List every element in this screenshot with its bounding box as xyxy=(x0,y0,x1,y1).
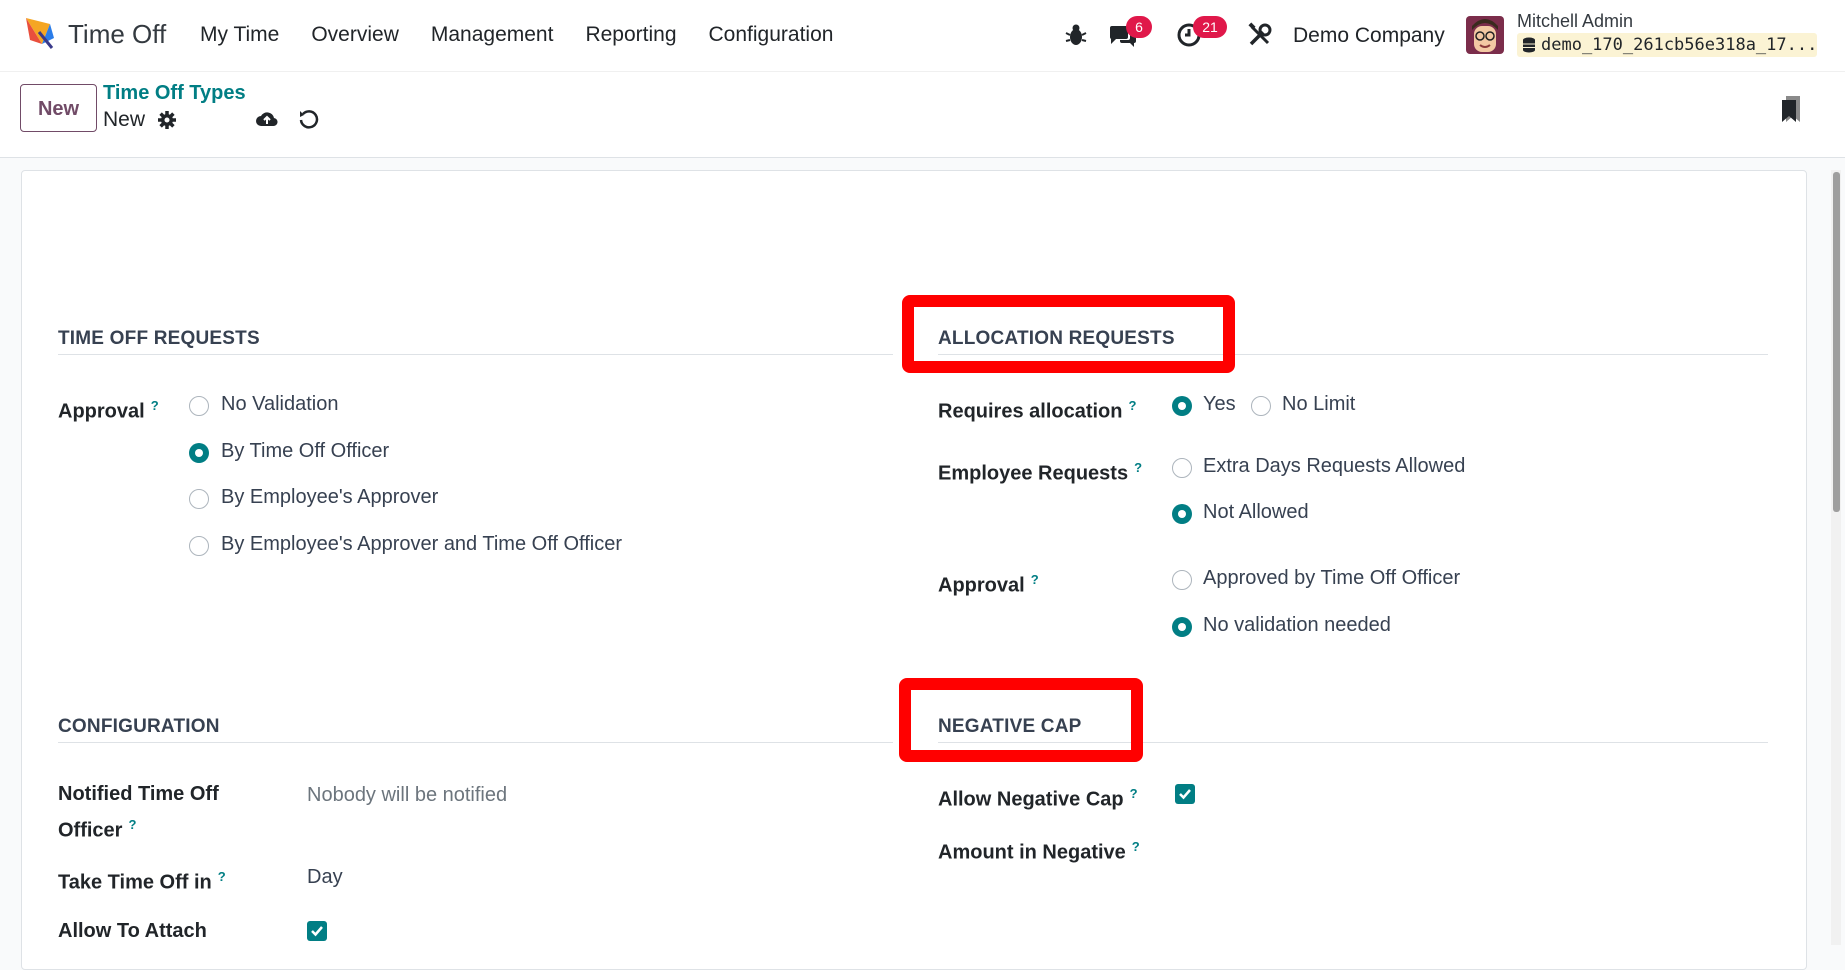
requires-allocation-text: Requires allocation xyxy=(938,400,1123,423)
radio-no-validation-needed[interactable] xyxy=(1172,617,1192,637)
breadcrumb-time-off-types[interactable]: Time Off Types xyxy=(103,82,246,105)
allow-negative-cap-checkbox[interactable] xyxy=(1175,784,1195,804)
radio-requires-yes[interactable] xyxy=(1172,396,1192,416)
notified-officer-label-line1: Notified Time Off xyxy=(58,783,219,805)
new-button[interactable]: New xyxy=(20,84,97,132)
help-tooltip[interactable]: ? xyxy=(218,869,226,884)
allocation-approval-text: Approval xyxy=(938,574,1025,597)
amount-in-negative-text: Amount in Negative xyxy=(938,841,1126,864)
app-name[interactable]: Time Off xyxy=(68,19,166,50)
option-requires-no-limit[interactable]: No Limit xyxy=(1282,393,1355,416)
radio-requires-no-limit[interactable] xyxy=(1251,396,1271,416)
database-label: demo_170_261cb56e318a_17... xyxy=(1541,35,1817,55)
radio-by-time-off-officer[interactable] xyxy=(189,443,209,463)
record-name: New xyxy=(103,108,146,131)
time-off-app-icon[interactable] xyxy=(20,14,58,52)
allocation-approval-label: Approval? xyxy=(938,564,1039,602)
radio-extra-days-allowed[interactable] xyxy=(1172,458,1192,478)
option-no-validation[interactable]: No Validation xyxy=(221,393,338,416)
allow-negative-cap-text: Allow Negative Cap xyxy=(938,788,1124,811)
option-no-validation-needed[interactable]: No validation needed xyxy=(1203,614,1391,637)
requires-allocation-label: Requires allocation? xyxy=(938,390,1136,428)
option-by-employee-approver-and-officer[interactable]: By Employee's Approver and Time Off Offi… xyxy=(221,533,622,556)
form-sheet xyxy=(21,170,1807,970)
help-tooltip[interactable]: ? xyxy=(151,398,159,413)
menu-my-time[interactable]: My Time xyxy=(200,23,279,47)
scrollbar-thumb[interactable] xyxy=(1833,172,1840,512)
option-not-allowed[interactable]: Not Allowed xyxy=(1203,501,1309,524)
activities-badge: 21 xyxy=(1193,16,1227,38)
check-icon xyxy=(311,926,323,937)
help-tooltip[interactable]: ? xyxy=(1132,839,1140,854)
employee-requests-text: Employee Requests xyxy=(938,462,1129,485)
notified-officer-label-text: Officer xyxy=(58,819,123,842)
option-requires-yes[interactable]: Yes xyxy=(1203,393,1236,416)
employee-requests-label: Employee Requests? xyxy=(938,452,1142,490)
group-title-configuration: CONFIGURATION xyxy=(58,716,220,737)
take-time-off-label: Take Time Off in? xyxy=(58,861,226,899)
allow-negative-cap-label: Allow Negative Cap? xyxy=(938,778,1138,816)
approval-label: Approval? xyxy=(58,390,159,428)
help-tooltip[interactable]: ? xyxy=(1130,786,1138,801)
radio-not-allowed[interactable] xyxy=(1172,504,1192,524)
separator xyxy=(58,742,893,743)
check-icon xyxy=(1179,789,1191,800)
option-approved-by-officer[interactable]: Approved by Time Off Officer xyxy=(1203,567,1460,590)
group-title-time-off-requests: TIME OFF REQUESTS xyxy=(58,328,260,349)
help-tooltip[interactable]: ? xyxy=(128,817,136,832)
database-icon xyxy=(1523,37,1535,53)
notified-officer-label-line2: Officer? xyxy=(58,809,136,847)
help-tooltip[interactable]: ? xyxy=(1129,398,1137,413)
option-extra-days-allowed[interactable]: Extra Days Requests Allowed xyxy=(1203,455,1465,478)
menu-configuration[interactable]: Configuration xyxy=(709,23,834,47)
separator xyxy=(58,354,893,355)
menu-reporting[interactable]: Reporting xyxy=(585,23,676,47)
control-panel: New Time Off Types New xyxy=(0,72,1845,158)
main-menu: My Time Overview Management Reporting Co… xyxy=(200,23,865,47)
menu-management[interactable]: Management xyxy=(431,23,554,47)
cloud-upload-icon[interactable] xyxy=(255,108,279,130)
discard-icon[interactable] xyxy=(298,108,320,130)
notified-officer-input[interactable]: Nobody will be notified xyxy=(307,784,507,807)
red-highlight-box xyxy=(899,678,1143,762)
allow-attach-checkbox[interactable] xyxy=(307,921,327,941)
database-name: demo_170_261cb56e318a_17... xyxy=(1517,33,1817,57)
help-tooltip[interactable]: ? xyxy=(1134,460,1142,475)
approval-label-text: Approval xyxy=(58,400,145,423)
take-time-off-select[interactable]: Day xyxy=(307,866,343,889)
bug-icon[interactable] xyxy=(1063,22,1089,48)
menu-overview[interactable]: Overview xyxy=(311,23,399,47)
allow-attach-label: Allow To Attach xyxy=(58,920,207,942)
gear-icon[interactable] xyxy=(157,110,177,130)
red-highlight-box xyxy=(902,295,1235,373)
company-switcher[interactable]: Demo Company xyxy=(1293,24,1445,48)
radio-by-employee-approver[interactable] xyxy=(189,489,209,509)
radio-approved-by-officer[interactable] xyxy=(1172,570,1192,590)
top-navbar: Time Off My Time Overview Management Rep… xyxy=(0,0,1845,72)
radio-no-validation[interactable] xyxy=(189,396,209,416)
messages-badge: 6 xyxy=(1126,16,1152,38)
option-by-employee-approver[interactable]: By Employee's Approver xyxy=(221,486,438,509)
take-time-off-text: Take Time Off in xyxy=(58,871,212,894)
radio-by-employee-approver-and-officer[interactable] xyxy=(189,536,209,556)
help-tooltip[interactable]: ? xyxy=(1031,572,1039,587)
option-by-time-off-officer[interactable]: By Time Off Officer xyxy=(221,440,389,463)
amount-in-negative-label: Amount in Negative? xyxy=(938,831,1140,869)
tools-icon[interactable] xyxy=(1247,22,1273,48)
bookmark-icon[interactable] xyxy=(1780,94,1802,124)
user-avatar[interactable] xyxy=(1466,16,1504,54)
user-name[interactable]: Mitchell Admin xyxy=(1517,11,1633,32)
